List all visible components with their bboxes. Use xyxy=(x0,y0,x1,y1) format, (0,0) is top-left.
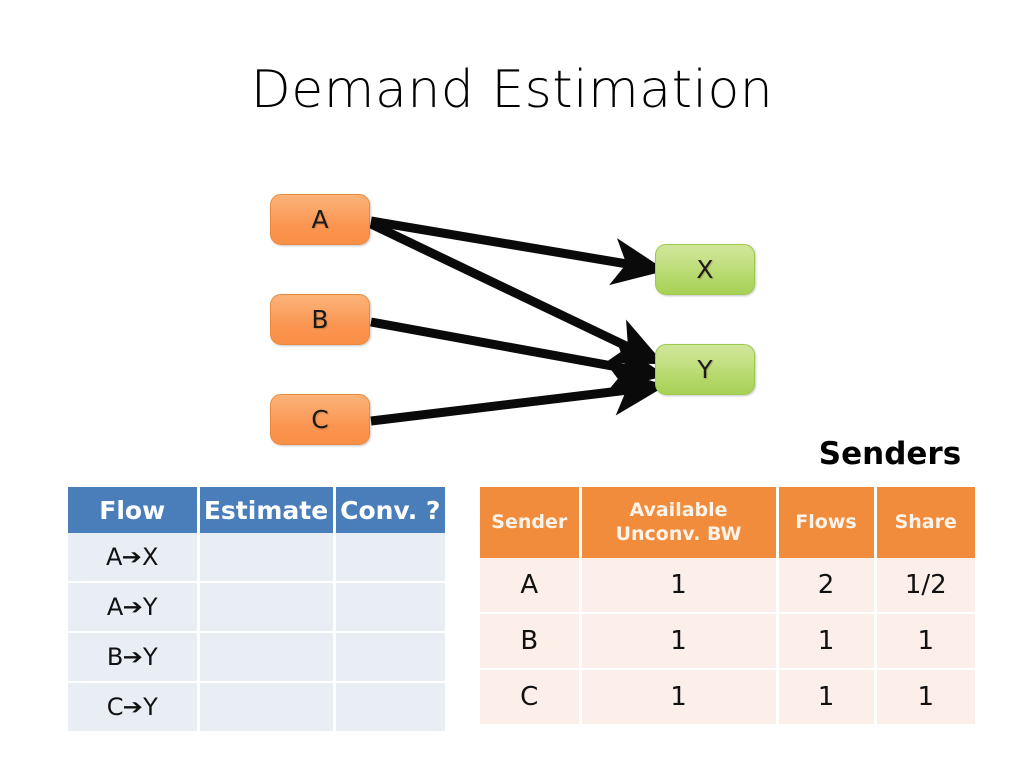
header-line-2: Unconv. BW xyxy=(615,522,742,545)
senders-cell-available-unconv-bw: 1 xyxy=(580,613,779,670)
senders-cell-available-unconv-bw: 1 xyxy=(580,558,779,614)
table-row[interactable]: C 1 1 1 xyxy=(480,669,975,724)
senders-table-header-row: Sender Available Unconv. BW Flows Share xyxy=(480,487,975,558)
flows-cell-flow: A➔Y xyxy=(68,582,200,633)
senders-cell-available-unconv-bw: 1 xyxy=(580,669,779,724)
senders-caption: Senders xyxy=(818,436,962,472)
senders-cell-sender: C xyxy=(480,669,582,724)
header-line-1: Available xyxy=(629,499,728,522)
right-arrow-icon: ➔ xyxy=(123,645,144,669)
flows-cell-conv[interactable] xyxy=(334,682,445,731)
sender-node-a-label: A xyxy=(311,205,329,234)
table-row[interactable]: A 1 2 1/2 xyxy=(480,558,975,614)
flows-cell-estimate[interactable] xyxy=(198,632,336,683)
senders-table-header-sender: Sender xyxy=(480,487,582,558)
right-arrow-icon: ➔ xyxy=(122,545,143,569)
sender-node-c[interactable]: C xyxy=(270,394,370,445)
flow-from: A xyxy=(106,543,123,571)
sender-node-b[interactable]: B xyxy=(270,294,370,345)
table-row[interactable]: C➔Y xyxy=(68,682,445,731)
flow-from: B xyxy=(106,643,124,671)
senders-table: Sender Available Unconv. BW Flows Share … xyxy=(480,487,975,724)
flows-table-header-conv: Conv. ? xyxy=(334,487,445,533)
edge-b-y xyxy=(370,317,667,390)
senders-table-header-share: Share xyxy=(875,487,975,558)
diagram-arrows xyxy=(369,216,667,426)
flows-cell-conv[interactable] xyxy=(334,582,445,633)
senders-cell-share: 1 xyxy=(875,669,975,724)
flow-from: C xyxy=(106,693,124,721)
senders-cell-share: 1 xyxy=(875,613,975,670)
right-arrow-icon: ➔ xyxy=(123,695,144,719)
receiver-node-y[interactable]: Y xyxy=(655,344,755,395)
senders-cell-flows: 1 xyxy=(777,669,877,724)
flow-to: Y xyxy=(142,593,158,621)
flow-to: Y xyxy=(142,643,158,671)
flow-to: Y xyxy=(143,693,158,721)
edge-c-y xyxy=(370,368,667,426)
table-row[interactable]: A➔Y xyxy=(68,582,445,633)
flows-cell-conv[interactable] xyxy=(334,632,445,683)
senders-table-header-available-unconv-bw: Available Unconv. BW xyxy=(580,487,779,558)
senders-cell-flows: 1 xyxy=(777,613,877,670)
sender-node-c-label: C xyxy=(311,405,329,434)
senders-cell-flows: 2 xyxy=(777,558,877,614)
receiver-node-x-label: X xyxy=(696,255,714,284)
senders-table-header-flows: Flows xyxy=(777,487,877,558)
flows-cell-flow: A➔X xyxy=(68,533,200,583)
table-row[interactable]: B➔Y xyxy=(68,632,445,683)
flow-from: A xyxy=(106,593,124,621)
sender-node-a[interactable]: A xyxy=(270,194,370,245)
table-row[interactable]: B 1 1 1 xyxy=(480,613,975,670)
table-row[interactable]: A➔X xyxy=(68,533,445,583)
senders-cell-sender: A xyxy=(480,558,582,614)
flows-cell-estimate[interactable] xyxy=(198,682,336,731)
flows-cell-flow: C➔Y xyxy=(68,682,200,731)
receiver-node-x[interactable]: X xyxy=(655,244,755,295)
flows-table: Flow Estimate Conv. ? A➔X A➔Y B➔Y C➔Y xyxy=(68,487,445,731)
flow-diagram: A B C X Y xyxy=(0,0,1024,480)
flows-cell-flow: B➔Y xyxy=(68,632,200,683)
flows-table-header-flow: Flow xyxy=(68,487,200,533)
flows-cell-estimate[interactable] xyxy=(198,533,336,583)
flows-table-header-estimate: Estimate xyxy=(198,487,336,533)
sender-node-b-label: B xyxy=(311,305,329,334)
senders-cell-share: 1/2 xyxy=(875,558,975,614)
flows-cell-estimate[interactable] xyxy=(198,582,336,633)
senders-cell-sender: B xyxy=(480,613,582,670)
right-arrow-icon: ➔ xyxy=(122,595,144,619)
receiver-node-y-label: Y xyxy=(697,355,713,384)
flows-cell-conv[interactable] xyxy=(334,533,445,583)
flow-to: X xyxy=(142,543,159,571)
flows-table-header-row: Flow Estimate Conv. ? xyxy=(68,487,445,533)
